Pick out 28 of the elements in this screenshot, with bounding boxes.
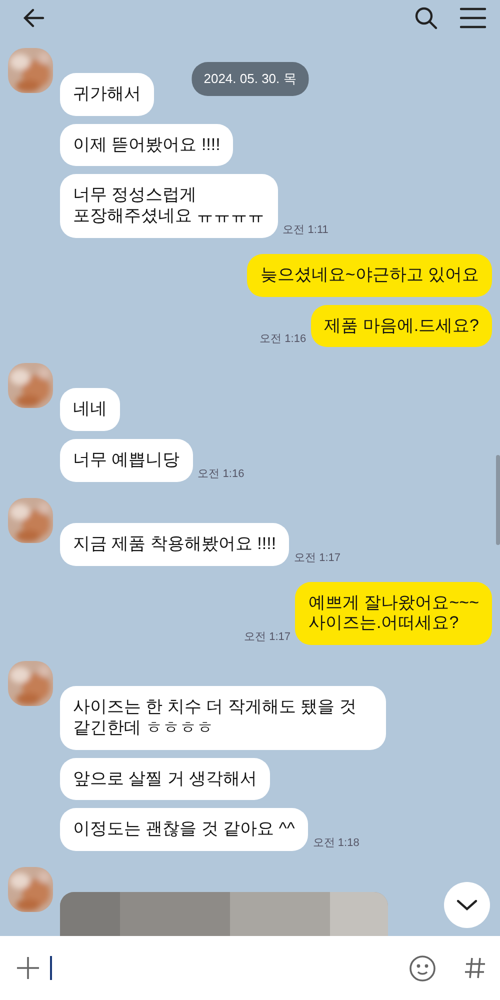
message-time: 오전 1:17 [294,550,341,565]
message-bubble: 네네 [60,388,120,432]
message-time: 오전 1:11 [282,222,328,237]
message-bubble: 이제 뜯어봤어요 !!!! [60,124,234,166]
date-divider: 2024. 05. 30. 목 [192,62,308,96]
message-bubble: 너무 예쁩니당 [60,439,193,482]
message-bubble: 너무 정성스럽게 포장해주셨네요 ㅠㅠㅠㅠ [60,174,278,238]
hashtag-icon[interactable] [464,957,486,979]
plus-icon[interactable] [16,956,40,980]
back-button[interactable] [22,6,46,30]
menu-icon[interactable] [460,7,486,29]
message-time: 오전 1:16 [260,332,306,346]
message-bubble: 제품 마음에.드세요? [311,304,492,348]
message-bubble: 앞으로 살찔 거 생각해서 [60,758,270,800]
message-bubble: 귀가해서 [60,73,154,116]
scrollbar[interactable] [496,455,500,545]
message-bubble: 늦으셨네요~야근하고 있어요 [247,254,492,297]
chevron-down-icon [456,899,478,911]
emoji-icon[interactable] [409,954,436,982]
message-bubble: 사이즈는 한 치수 더 작게해도 됐을 것 같긴한데 ㅎㅎㅎㅎ [60,686,386,750]
message-time: 오전 1:16 [198,466,244,481]
message-bubble: 지금 제품 착용해봤어요 !!!! [60,522,290,566]
message-bubble: 예쁘게 잘나왔어요~~~ 사이즈는.어떠세요? [295,582,492,646]
message-bubble: 이정도는 괜찮을 것 같아요 ^^ [60,808,308,852]
message-time: 오전 1:18 [312,836,360,850]
search-icon[interactable] [414,6,438,30]
scroll-down-button[interactable] [444,882,490,928]
message-time: 오전 1:17 [244,630,290,644]
